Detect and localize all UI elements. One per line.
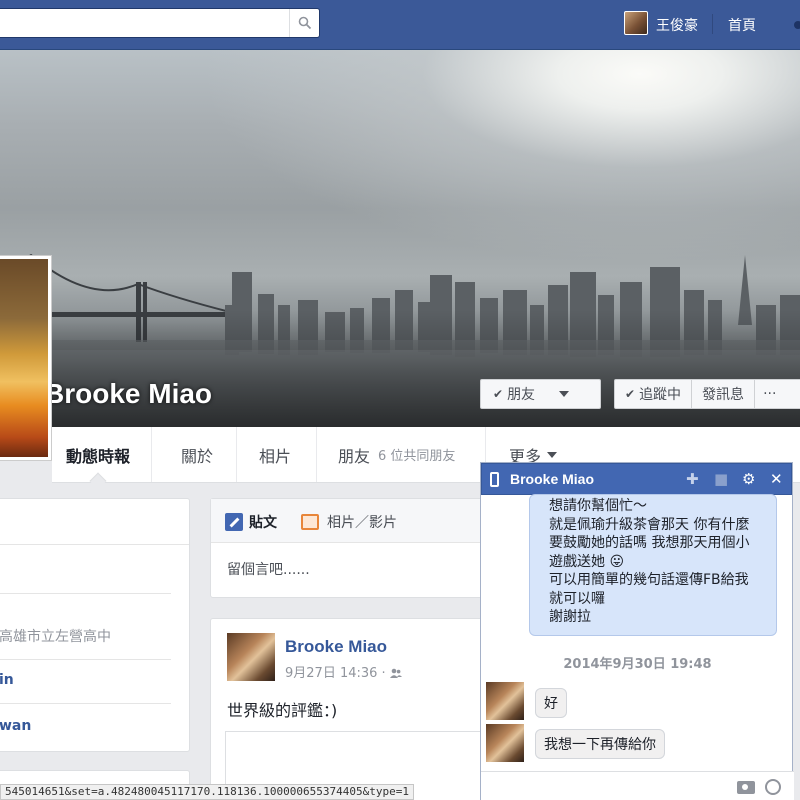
intro-school[interactable]: 高雄市立左營高中 (0, 626, 111, 646)
composer-tab-post[interactable]: 貼文 (225, 512, 277, 532)
add-friend-icon[interactable]: ✚ (686, 470, 699, 488)
search-input[interactable] (0, 8, 320, 38)
tab-timeline[interactable]: 動態時報 (52, 427, 152, 482)
post-text: 世界級的評鑑：) (227, 701, 338, 720)
search-button[interactable] (289, 9, 319, 37)
chat-title[interactable]: Brooke Miao (510, 471, 594, 487)
composer-tab-post-label: 貼文 (249, 515, 277, 531)
gear-icon[interactable]: ⚙ (742, 470, 755, 488)
chat-sender-avatar[interactable] (486, 724, 524, 762)
chat-sender-avatar[interactable] (486, 682, 524, 720)
chat-message-line: 想請你幫個忙～ (549, 498, 647, 514)
check-icon: ✔ (493, 387, 504, 401)
follow-button[interactable]: ✔ 追蹤中 (615, 380, 693, 408)
post-author-avatar[interactable] (227, 633, 275, 681)
chat-date-divider: 2014年9月30日 19:48 (563, 657, 712, 672)
message-button[interactable]: 發訊息 (692, 380, 756, 408)
intro-link[interactable]: wan (0, 718, 31, 734)
browser-status-url: 545014651&set=a.482480045117170.118136.1… (0, 784, 414, 800)
cover-photo[interactable]: Brooke Miao ✔ 朋友 ✔ 追蹤中 發訊息 ··· (0, 50, 800, 427)
tab-friends[interactable]: 朋友 6 位共同朋友 (324, 427, 486, 482)
intro-link[interactable]: in (0, 672, 14, 688)
composer-input[interactable]: 留個言吧...... (227, 559, 310, 579)
chat-header[interactable]: Brooke Miao ✚ ■ ⚙ ✕ (481, 463, 792, 495)
chat-message-received: 我想一下再傳給你 (535, 729, 665, 759)
intro-row-divider (0, 659, 171, 660)
chat-message-line: 遊戲送她 😛 (549, 553, 625, 570)
check-icon: ✔ (625, 387, 636, 401)
home-link[interactable]: 首頁 (728, 15, 756, 35)
more-options-button[interactable]: ··· (755, 380, 784, 408)
search-icon (298, 16, 311, 30)
intro-card-header (0, 499, 189, 545)
post-timestamp[interactable]: 9月27日 14:36 · (285, 662, 402, 681)
chat-message-received: 好 (535, 688, 567, 718)
friend-requests-icon[interactable] (790, 20, 800, 36)
composer-tab-photo[interactable]: 相片／影片 (301, 512, 397, 532)
chat-message-line: 就可以囉 (549, 590, 605, 607)
intro-card: 高雄市立左營高中 in wan (0, 498, 190, 752)
composer-tabs: 貼文 相片／影片 (211, 499, 499, 543)
camera-icon[interactable] (737, 781, 755, 794)
friends-audience-icon (389, 668, 402, 678)
chat-message-line: 要鼓勵她的話嗎 我想那天用個小 (549, 535, 750, 551)
tab-photos[interactable]: 相片 (245, 427, 317, 482)
chat-window: Brooke Miao ✚ ■ ⚙ ✕ 想請你幫個忙～ 就是佩瑜升級茶會那天 你… (480, 462, 794, 800)
photo-icon (301, 514, 319, 530)
composer-tab-photo-label: 相片／影片 (327, 515, 397, 531)
video-call-icon[interactable]: ■ (714, 470, 728, 488)
divider (712, 14, 713, 34)
post-composer: 貼文 相片／影片 留個言吧...... (210, 498, 500, 598)
emoji-icon[interactable] (765, 779, 781, 795)
top-navigation-bar: 王俊豪 首頁 (0, 0, 800, 50)
follow-button-label: 追蹤中 (639, 387, 682, 403)
chevron-down-icon (547, 451, 558, 458)
friend-status-button[interactable]: ✔ 朋友 (480, 379, 601, 409)
user-avatar[interactable] (624, 11, 648, 35)
mobile-phone-icon (490, 472, 499, 487)
post-timestamp-text: 9月27日 14:36 · (285, 666, 390, 681)
profile-action-group: ✔ 追蹤中 發訊息 ··· (614, 379, 800, 409)
chat-message-line: 就是佩瑜升級茶會那天 你有什麼 (549, 516, 750, 533)
user-name-link[interactable]: 王俊豪 (656, 15, 698, 35)
intro-row-divider (0, 593, 171, 594)
profile-picture-image (0, 259, 48, 457)
intro-row-divider (0, 703, 171, 704)
chevron-down-icon (559, 391, 570, 397)
tab-about[interactable]: 關於 (167, 427, 237, 482)
close-icon[interactable]: ✕ (770, 470, 783, 488)
chat-message-line: 謝謝拉 (549, 609, 591, 625)
tab-friends-label: 朋友 (338, 446, 371, 466)
timeline-post: Brooke Miao 9月27日 14:36 · 世界級的評鑑：) (210, 618, 500, 800)
mutual-friends-count: 6 位共同朋友 (378, 449, 456, 464)
friend-button-label: 朋友 (507, 387, 536, 403)
profile-picture[interactable] (0, 255, 52, 461)
post-author-name[interactable]: Brooke Miao (285, 637, 387, 657)
chat-input-bar[interactable] (481, 771, 794, 800)
chat-message-line: 可以用簡單的幾句話還傳FB給我 (549, 572, 749, 588)
chat-message-sent: 想請你幫個忙～ 就是佩瑜升級茶會那天 你有什麼 要鼓勵她的話嗎 我想那天用個小 … (529, 494, 777, 636)
profile-name[interactable]: Brooke Miao (44, 378, 212, 410)
pencil-icon (225, 513, 243, 531)
